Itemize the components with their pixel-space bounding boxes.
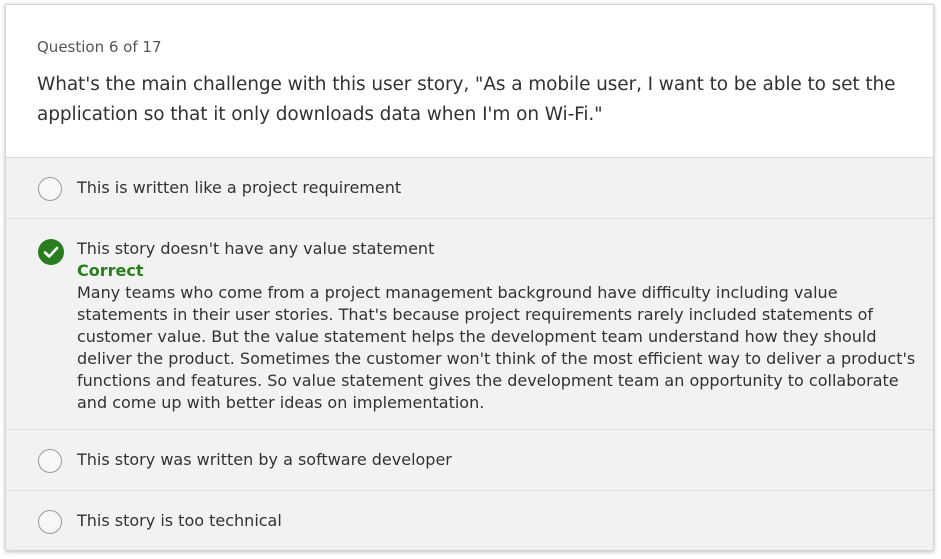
checkmark-circle-icon	[38, 239, 64, 265]
answer-option-2[interactable]: This story doesn't have any value statem…	[6, 219, 933, 430]
answer-option-1[interactable]: This is written like a project requireme…	[6, 158, 933, 219]
correct-badge: Correct	[77, 261, 144, 280]
radio-empty-icon[interactable]	[38, 449, 62, 473]
radio-empty-icon[interactable]	[38, 510, 62, 534]
radio-empty-icon[interactable]	[38, 177, 62, 201]
quiz-card: Question 6 of 17 What's the main challen…	[5, 4, 934, 551]
answer-option-4[interactable]: This story is too technical	[6, 491, 933, 550]
answer-option-label: This is written like a project requireme…	[77, 178, 402, 197]
answer-explanation: Many teams who come from a project manag…	[77, 283, 916, 412]
question-counter: Question 6 of 17	[37, 38, 162, 56]
answer-option-label: This story doesn't have any value statem…	[77, 239, 435, 258]
answer-option-label: This story was written by a software dev…	[77, 450, 452, 469]
question-text: What's the main challenge with this user…	[37, 74, 896, 125]
answer-option-label: This story is too technical	[77, 511, 282, 530]
question-header: Question 6 of 17 What's the main challen…	[6, 5, 933, 158]
answer-option-3[interactable]: This story was written by a software dev…	[6, 430, 933, 491]
